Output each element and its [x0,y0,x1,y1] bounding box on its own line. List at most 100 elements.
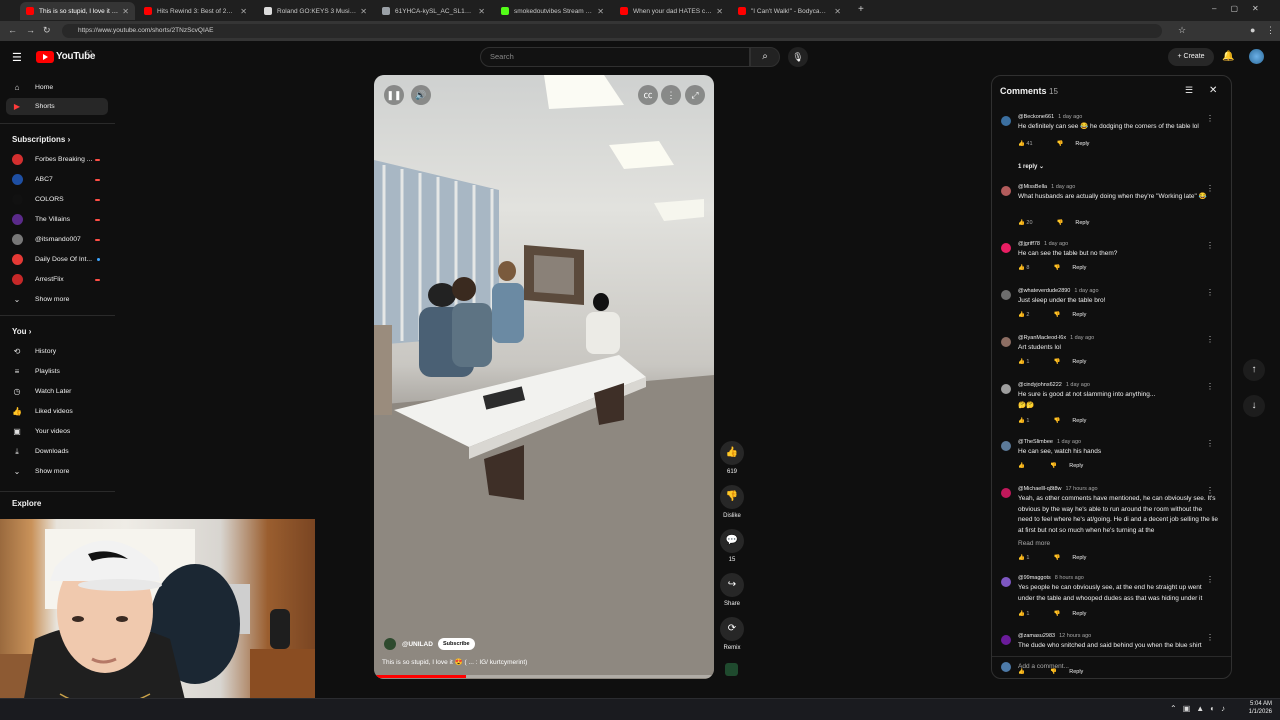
you-heading[interactable]: You › [12,327,31,336]
subscription-item[interactable]: @itsmando007 [6,231,108,248]
sidebar-item-watch-later[interactable]: ◷ Watch Later [6,383,108,400]
url-field[interactable]: https://www.youtube.com/shorts/2TNzScvQI… [62,24,1162,38]
hamburger-menu-icon[interactable]: ☰ [12,51,22,64]
comment-dislike-button[interactable]: 👎 [1053,611,1060,617]
commenter-avatar[interactable] [1001,384,1011,394]
comment-author[interactable]: @zamasu2983 [1018,633,1055,639]
browser-tab[interactable]: Hits Rewind 3: Best of 2010's H ✕ [138,2,253,20]
commenter-avatar[interactable] [1001,488,1011,498]
subscription-item[interactable]: ArrestFlix [6,271,108,288]
comment-dislike-button[interactable]: 👎 [1053,312,1060,318]
tab-close-icon[interactable]: ✕ [360,7,367,16]
browser-tab[interactable]: smokedoutvibes Stream - Watc ✕ [495,2,610,20]
notifications-bell-icon[interactable]: 🔔 [1222,51,1234,62]
comment-reply-button[interactable]: Reply [1069,669,1083,675]
tab-close-icon[interactable]: ✕ [240,7,247,16]
share-button[interactable]: ↪ Share [720,573,744,607]
read-more-link[interactable]: Read more [1018,540,1050,547]
comment-time[interactable]: 1 day ago [1070,335,1094,341]
video-caption[interactable]: This is so stupid, I love it 😍 ( ... : I… [382,658,527,666]
comment-reply-button[interactable]: Reply [1072,265,1086,271]
system-tray-icons[interactable]: ⌃▣▲◐♪ [1170,704,1231,713]
fullscreen-icon[interactable]: ⤢ [685,85,705,105]
commenter-avatar[interactable] [1001,116,1011,126]
comment-time[interactable]: 12 hours ago [1059,633,1091,639]
comment-dislike-button[interactable]: 👎 [1057,220,1064,226]
comment-time[interactable]: 1 day ago [1058,114,1082,120]
tab-close-icon[interactable]: ✕ [478,7,485,16]
comment-author[interactable]: @Michaelll-q8t8w [1018,486,1062,492]
browser-menu-icon[interactable]: ⋮ [1266,25,1275,36]
comment-dislike-button[interactable]: 👎 [1057,141,1064,147]
commenter-avatar[interactable] [1001,186,1011,196]
commenter-avatar[interactable] [1001,441,1011,451]
comment-like-button[interactable]: 👍 1 [1018,359,1041,365]
new-tab-button[interactable]: + [858,4,864,15]
channel-name[interactable]: @UNILAD [402,641,433,648]
subscriptions-heading[interactable]: Subscriptions › [12,135,70,144]
close-icon[interactable]: ✕ [1209,85,1217,96]
comment-reply-button[interactable]: Reply [1072,359,1086,365]
comment-author[interactable]: @cindyjohns6222 [1018,382,1062,388]
subscription-item[interactable]: COLORS [6,191,108,208]
comment-reply-button[interactable]: Reply [1072,611,1086,617]
sidebar-item-downloads[interactable]: ⤓ Downloads [6,443,108,460]
comment-reply-button[interactable]: Reply [1075,220,1089,226]
sidebar-item-liked-videos[interactable]: 👍 Liked videos [6,403,108,420]
sidebar-item-your-videos[interactable]: ▣ Your videos [6,423,108,440]
comment-reply-button[interactable]: Reply [1072,312,1086,318]
search-input[interactable]: Search [480,47,750,67]
commenter-avatar[interactable] [1001,635,1011,645]
comment-author[interactable]: @whateverdude2890 [1018,288,1070,294]
channel-avatar[interactable] [384,638,396,650]
browser-tab[interactable]: This is so stupid, I love it 😍 # ✕ [20,2,135,20]
browser-tab[interactable]: "I Can't Walk!" - Bodycam Prov ✕ [732,2,847,20]
tab-close-icon[interactable]: ✕ [834,7,841,16]
comment-time[interactable]: 1 day ago [1057,439,1081,445]
forward-icon[interactable]: → [26,25,35,35]
subscribe-button[interactable]: Subscribe [438,638,475,650]
comment-time[interactable]: 8 hours ago [1055,575,1084,581]
comment-dislike-button[interactable]: 👎 [1053,555,1060,561]
commenter-avatar[interactable] [1001,243,1011,253]
profile-icon[interactable]: ● [1250,25,1255,35]
comment-like-button[interactable]: 👍 8 [1018,265,1041,271]
sidebar-item-home[interactable]: ⌂ Home [6,79,108,96]
search-button[interactable]: ⌕ [750,47,780,67]
sidebar-item-show-more[interactable]: ⌄ Show more [6,463,108,480]
captions-button[interactable]: ㏄ [638,85,658,105]
browser-tab[interactable]: 61YHCA-kySL_AC_SL1500_.jpg ✕ [376,2,491,20]
comment-reply-button[interactable]: Reply [1072,555,1086,561]
back-icon[interactable]: ← [8,25,17,35]
reload-icon[interactable]: ↻ [43,25,51,36]
comment-like-button[interactable]: 👍 1 [1018,611,1041,617]
comment-dislike-button[interactable]: 👎 [1053,359,1060,365]
sidebar-item-playlists[interactable]: ≡ Playlists [6,363,108,380]
comment-time[interactable]: 1 day ago [1074,288,1098,294]
bookmark-star-icon[interactable]: ☆ [1178,25,1186,36]
comments-button[interactable]: 💬 15 [720,529,744,563]
voice-search-button[interactable]: 🎙 [788,47,808,67]
comment-reply-button[interactable]: Reply [1069,463,1083,469]
add-comment-input[interactable]: Add a comment... [1018,663,1069,670]
tab-close-icon[interactable]: ✕ [597,7,604,16]
browser-tab[interactable]: Roland GO:KEYS 3 Music Creati ✕ [258,2,373,20]
comment-author[interactable]: @TheSlimbee [1018,439,1053,445]
tab-close-icon[interactable]: ✕ [716,7,723,16]
comment-author[interactable]: @MissBella [1018,184,1047,190]
subscription-item[interactable]: The Villains [6,211,108,228]
sidebar-item-history[interactable]: ⟲ History [6,343,108,360]
comment-author[interactable]: @jgriff78 [1018,241,1040,247]
subscriptions-show-more[interactable]: ⌄ Show more [6,291,108,308]
subscription-item[interactable]: ABC7 [6,171,108,188]
comment-like-button[interactable]: 👍 2 [1018,312,1041,318]
replies-toggle[interactable]: 1 reply ⌄ [1018,163,1044,170]
account-avatar[interactable] [1249,49,1264,64]
sidebar-item-shorts[interactable]: ▶ Shorts [6,98,108,115]
shorts-video-player[interactable]: ❚❚ 🔊 ㏄ ⋮ ⤢ @UNILAD Subscribe This is so … [374,75,714,679]
remix-button[interactable]: ⟳ Remix [720,617,744,651]
more-options-icon[interactable]: ⋮ [661,85,681,105]
comment-like-button[interactable]: 👍 41 [1018,141,1045,147]
comment-reply-button[interactable]: Reply [1072,418,1086,424]
tab-close-icon[interactable]: ✕ [122,7,129,16]
